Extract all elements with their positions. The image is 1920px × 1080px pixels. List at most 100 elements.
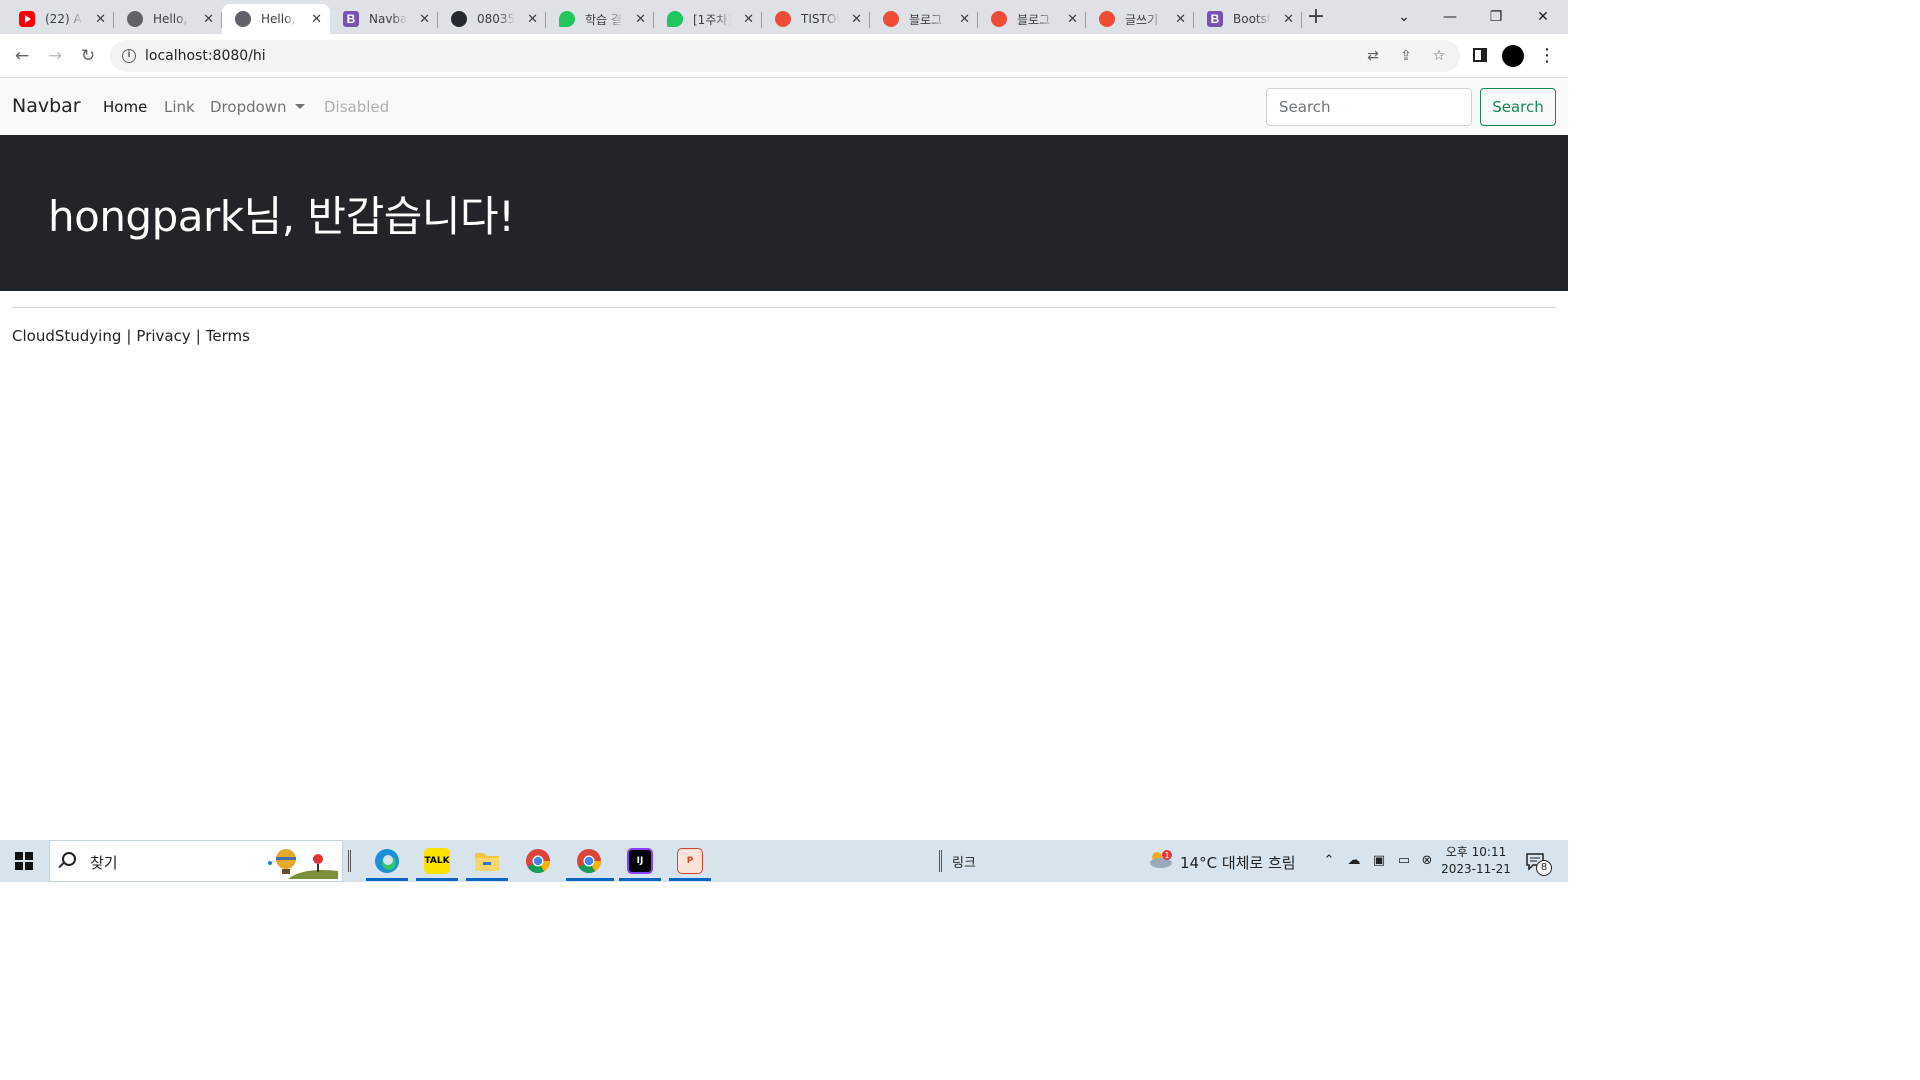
site-info-icon[interactable]: i [122, 49, 136, 63]
tistory-icon [991, 11, 1007, 27]
browser-tab[interactable]: 블로그 ✕ [978, 4, 1086, 34]
powerpoint-taskbar-app[interactable]: P [675, 846, 705, 876]
tab-title: 블로그 [909, 12, 943, 27]
clock-time: 오후 10:11 [1445, 845, 1507, 859]
edge-taskbar-app[interactable] [372, 846, 402, 876]
forward-arrow-icon[interactable]: → [43, 44, 67, 68]
tab-title: Hello, [261, 12, 296, 26]
side-panel-icon[interactable] [1473, 48, 1487, 62]
links-toolbar-label[interactable]: 링크 [952, 852, 976, 871]
edge-icon [375, 849, 399, 873]
browser-tab[interactable]: 080354 ✕ [438, 4, 546, 34]
close-icon[interactable]: ✕ [525, 10, 540, 28]
close-icon[interactable]: ✕ [957, 10, 972, 28]
close-icon[interactable]: ✕ [201, 10, 216, 28]
intellij-taskbar-app[interactable]: IJ [625, 846, 655, 876]
close-icon[interactable]: ✕ [1281, 10, 1296, 28]
browser-tab[interactable]: Hello, ✕ [114, 4, 222, 34]
footer-link-terms[interactable]: Terms [206, 327, 250, 345]
globe-icon [127, 11, 143, 27]
device-icon[interactable]: ▣ [1370, 852, 1388, 870]
close-icon[interactable]: ✕ [93, 10, 108, 28]
navbar-brand[interactable]: Navbar [12, 95, 81, 117]
nav-link-disabled: Disabled [324, 98, 390, 116]
new-tab-button[interactable]: + [1304, 6, 1328, 30]
windows-start-icon[interactable] [15, 852, 33, 870]
chrome-icon [577, 849, 601, 874]
nav-dropdown-label: Dropdown [210, 98, 287, 116]
toolbar-grip-icon [939, 850, 942, 872]
nav-dropdown-toggle[interactable]: Dropdown [210, 98, 305, 116]
tab-title: 블로그 [1017, 12, 1051, 27]
globe-icon [235, 11, 251, 27]
kebab-menu-icon[interactable]: ⋮ [1537, 44, 1557, 68]
browser-tab[interactable]: 블로그 ✕ [870, 4, 978, 34]
footer-link-privacy[interactable]: Privacy [136, 327, 190, 345]
bootstrap-icon: B [343, 11, 359, 27]
taskbar-search-label: 찾기 [90, 854, 118, 872]
browser-tab[interactable]: TISTOR ✕ [762, 4, 870, 34]
profile-avatar[interactable] [1502, 45, 1524, 67]
github-icon [451, 11, 467, 27]
clock-date: 2023-11-21 [1441, 862, 1511, 876]
window-close-button[interactable]: ✕ [1520, 0, 1566, 34]
address-bar[interactable]: i localhost:8080/hi ⇄ ⇪ ☆ [110, 40, 1460, 72]
search-input[interactable] [1266, 88, 1472, 126]
file-explorer-taskbar-app[interactable] [472, 846, 502, 876]
windows-taskbar: 찾기 TALK IJ P 링크 1 14°C 대체로 흐림 ⌃ ☁ ▣ ▭ ⊗ … [0, 840, 1568, 882]
page-content: Navbar Home Link Dropdown Disabled Searc… [0, 78, 1568, 840]
tab-title: 학습 결 [585, 12, 622, 27]
tab-title: TISTOR [801, 12, 839, 26]
url-text[interactable]: localhost:8080/hi [145, 48, 266, 64]
onedrive-cloud-icon[interactable]: ☁ [1345, 852, 1363, 870]
browser-tab[interactable]: [1주차] ✕ [654, 4, 762, 34]
bootstrap-icon: B [1207, 11, 1223, 27]
nav-link-home[interactable]: Home [103, 98, 147, 116]
close-icon[interactable]: ✕ [417, 10, 432, 28]
footer-separator: | [126, 327, 132, 345]
kakaotalk-icon: TALK [424, 848, 450, 874]
reload-icon[interactable]: ↻ [76, 44, 100, 68]
intellij-icon: IJ [627, 848, 653, 874]
chrome-active-taskbar-app[interactable] [574, 846, 604, 876]
youtube-icon [19, 11, 35, 27]
translate-icon[interactable]: ⇄ [1363, 46, 1383, 66]
kakaotalk-taskbar-app[interactable]: TALK [422, 846, 452, 876]
system-clock[interactable]: 오후 10:11 2023-11-21 [1440, 844, 1512, 878]
weather-cloud-icon[interactable]: 1 [1147, 849, 1173, 869]
tab-title: (22) Ar [45, 12, 84, 26]
bookmark-star-icon[interactable]: ☆ [1429, 46, 1449, 66]
nav-link-link[interactable]: Link [164, 98, 195, 116]
browser-tab[interactable]: 글쓰기 ✕ [1086, 4, 1194, 34]
tab-title: [1주차] [693, 12, 732, 27]
footer: CloudStudying | Privacy | Terms [12, 327, 250, 345]
close-icon[interactable]: ✕ [1173, 10, 1188, 28]
footer-separator: | [195, 327, 201, 345]
tab-title: Bootst [1233, 12, 1272, 26]
muted-speaker-icon[interactable]: ⊗ [1418, 852, 1436, 870]
back-arrow-icon[interactable]: ← [10, 44, 34, 68]
restore-button[interactable]: ❐ [1473, 0, 1519, 34]
close-icon[interactable]: ✕ [309, 10, 324, 28]
chrome-taskbar-app[interactable] [523, 846, 553, 876]
tistory-icon [1099, 11, 1115, 27]
taskbar-search-box[interactable]: 찾기 [49, 840, 343, 882]
chrome-icon [526, 849, 550, 874]
battery-icon[interactable]: ▭ [1395, 852, 1413, 870]
weather-status[interactable]: 14°C 대체로 흐림 [1180, 852, 1296, 873]
share-icon[interactable]: ⇪ [1396, 46, 1416, 66]
minimize-button[interactable]: — [1427, 0, 1473, 34]
chevron-up-icon[interactable]: ⌃ [1320, 852, 1338, 870]
tab-search-icon[interactable]: ⌄ [1381, 0, 1427, 34]
search-button[interactable]: Search [1480, 88, 1556, 126]
browser-tab[interactable]: B Bootst ✕ [1194, 4, 1302, 34]
close-icon[interactable]: ✕ [741, 10, 756, 28]
search-icon [62, 852, 76, 866]
browser-tab[interactable]: 학습 결 ✕ [546, 4, 654, 34]
browser-tab[interactable]: (22) Ar ✕ [6, 4, 114, 34]
browser-tab[interactable]: B Navbar ✕ [330, 4, 438, 34]
browser-tab-active[interactable]: Hello, ✕ [222, 4, 330, 34]
close-icon[interactable]: ✕ [849, 10, 864, 28]
close-icon[interactable]: ✕ [1065, 10, 1080, 28]
close-icon[interactable]: ✕ [633, 10, 648, 28]
